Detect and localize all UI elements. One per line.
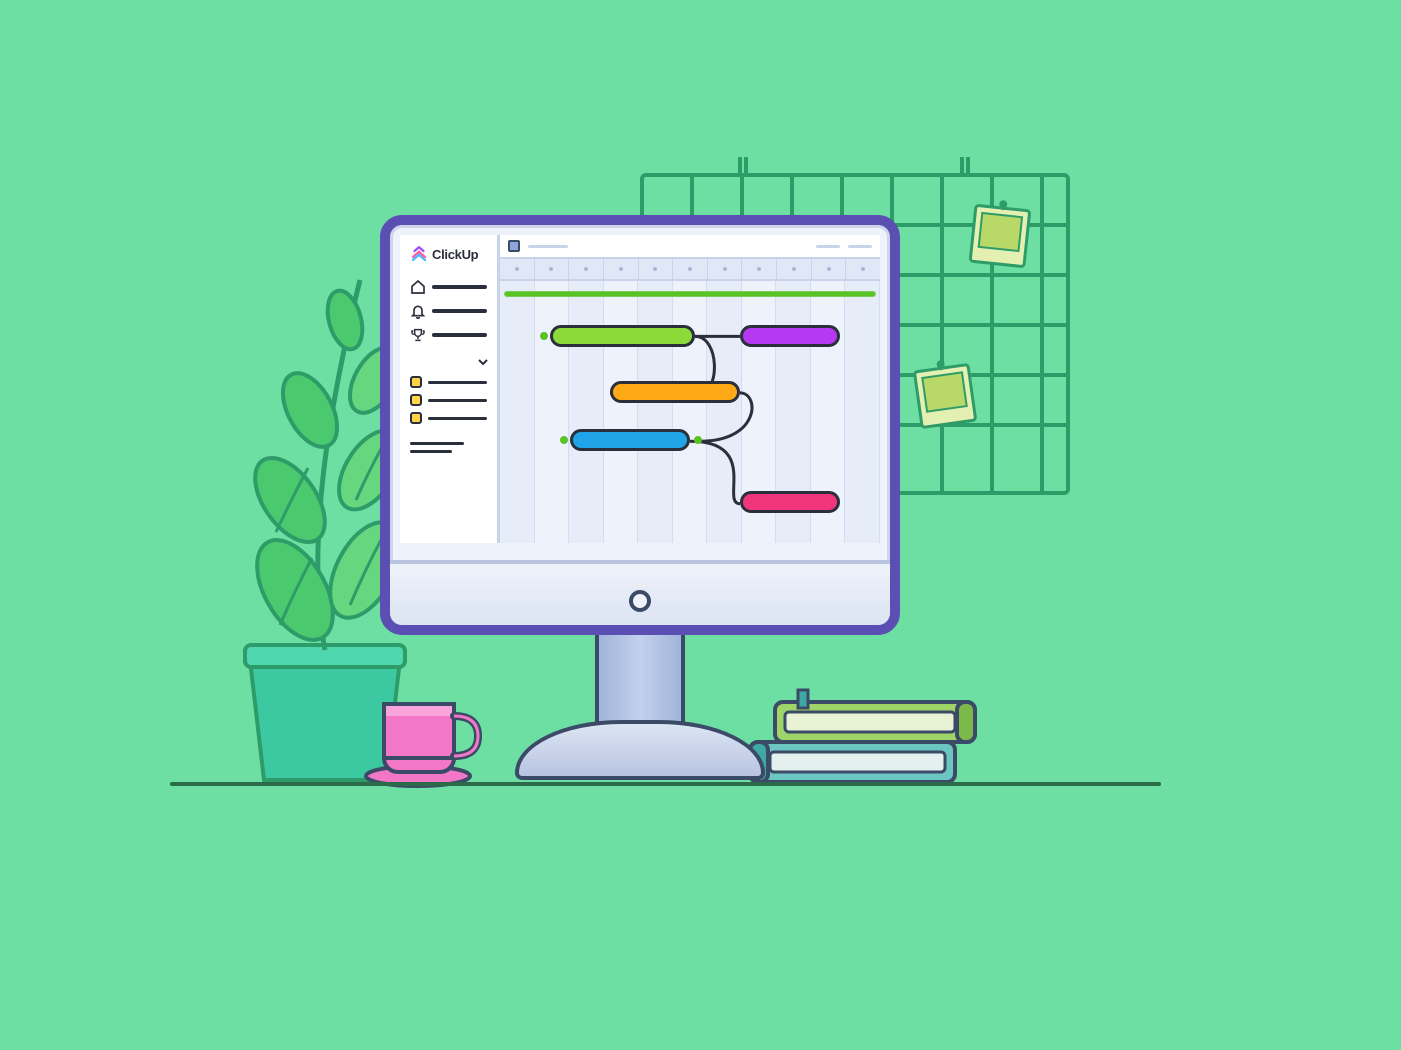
pinned-photo — [910, 356, 979, 435]
bar-handle-icon[interactable] — [560, 436, 568, 444]
monitor: ClickUp — [380, 215, 900, 785]
toolbar — [500, 235, 880, 259]
gantt-bar[interactable] — [570, 429, 690, 451]
monitor-stand-neck — [595, 633, 685, 733]
sidebar-section-toggle[interactable] — [408, 355, 489, 367]
sidebar: ClickUp — [400, 235, 500, 543]
timeline-header — [500, 259, 880, 281]
chevron-down-icon — [477, 355, 489, 367]
monitor-power-button[interactable] — [629, 590, 651, 612]
trophy-icon — [410, 327, 426, 343]
main-panel — [500, 235, 880, 543]
bar-handle-icon[interactable] — [540, 332, 548, 340]
gantt-bar[interactable] — [740, 325, 840, 347]
task-status-box — [410, 412, 422, 424]
clickup-logo-icon — [410, 245, 428, 263]
brand-logo[interactable]: ClickUp — [410, 245, 487, 263]
bar-handle-icon[interactable] — [694, 436, 702, 444]
gantt-bar[interactable] — [740, 491, 840, 513]
toolbar-action[interactable] — [816, 245, 840, 248]
sidebar-task-item[interactable] — [410, 376, 487, 388]
sidebar-task-item[interactable] — [410, 412, 487, 424]
pinned-photo — [966, 197, 1033, 274]
gantt-chart[interactable] — [500, 281, 880, 543]
app-screen: ClickUp — [400, 235, 880, 543]
sidebar-task-item[interactable] — [410, 394, 487, 406]
monitor-screen-frame: ClickUp — [380, 215, 900, 635]
monitor-stand-base — [515, 720, 765, 780]
task-status-box — [410, 394, 422, 406]
sidebar-item-notifications[interactable] — [410, 303, 487, 319]
sidebar-footer — [410, 437, 487, 458]
toolbar-placeholder — [528, 245, 568, 248]
home-icon — [410, 279, 426, 295]
desk-surface-line — [170, 782, 1161, 786]
gantt-bar[interactable] — [610, 381, 740, 403]
sidebar-item-home[interactable] — [410, 279, 487, 295]
illustration-scene: ClickUp — [0, 0, 1401, 1050]
brand-name: ClickUp — [432, 247, 478, 262]
bell-icon — [410, 303, 426, 319]
gantt-bar[interactable] — [550, 325, 695, 347]
toolbar-action[interactable] — [848, 245, 872, 248]
task-status-box — [410, 376, 422, 388]
view-switcher-icon[interactable] — [508, 240, 520, 252]
sidebar-item-goals[interactable] — [410, 327, 487, 343]
